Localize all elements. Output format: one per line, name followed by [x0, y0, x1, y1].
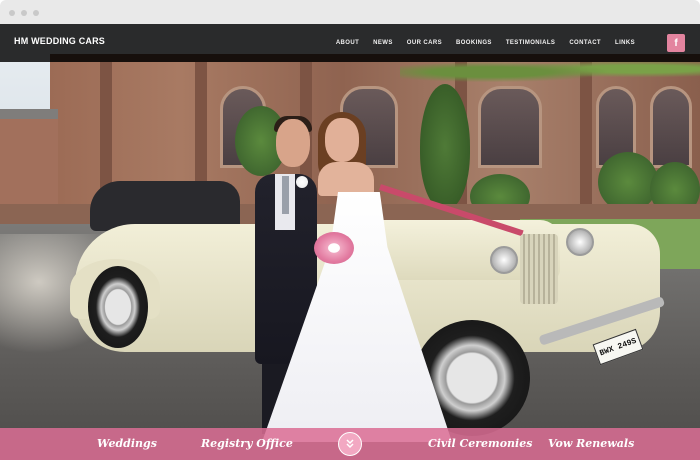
- services-bar: Weddings Registry Office Civil Ceremonie…: [0, 428, 700, 460]
- nav-menu: ABOUT NEWS OUR CARS BOOKINGS TESTIMONIAL…: [329, 24, 642, 62]
- nav-item-news[interactable]: NEWS: [366, 40, 400, 46]
- site-logo[interactable]: HM WEDDING CARS: [14, 36, 105, 46]
- window-dot-maximize[interactable]: [33, 10, 39, 16]
- nav-item-links[interactable]: LINKS: [608, 40, 642, 46]
- window-dot-minimize[interactable]: [21, 10, 27, 16]
- boutonniere: [296, 176, 308, 188]
- car-grille: [520, 234, 558, 304]
- service-link-vow-renewals[interactable]: Vow Renewals: [548, 437, 634, 450]
- car-headlamp: [490, 246, 518, 274]
- top-navigation: HM WEDDING CARS ABOUT NEWS OUR CARS BOOK…: [0, 24, 700, 62]
- service-link-weddings[interactable]: Weddings: [97, 437, 157, 450]
- facebook-icon[interactable]: f: [667, 34, 685, 52]
- chevron-double-down-icon: [346, 439, 354, 449]
- bridal-bouquet: [314, 232, 354, 264]
- nav-item-about[interactable]: ABOUT: [329, 40, 366, 46]
- bride-shoulders: [318, 162, 374, 196]
- page-viewport: BWX 249S HM WEDDING CARS ABOUT NEWS OUR …: [0, 24, 700, 460]
- service-link-civil-ceremonies[interactable]: Civil Ceremonies: [428, 437, 532, 450]
- nav-item-our-cars[interactable]: OUR CARS: [400, 40, 449, 46]
- window-dot-close[interactable]: [9, 10, 15, 16]
- house: [0, 119, 58, 214]
- hero-image: BWX 249S: [0, 24, 700, 460]
- nav-item-testimonials[interactable]: TESTIMONIALS: [499, 40, 562, 46]
- car-headlamp: [566, 228, 594, 256]
- scroll-down-button[interactable]: [338, 432, 362, 456]
- church-window: [650, 86, 692, 168]
- bride-head: [325, 118, 359, 162]
- bush: [598, 152, 658, 212]
- church-window: [478, 86, 542, 168]
- groom-tie: [282, 176, 289, 214]
- car-rear-wheel: [88, 266, 148, 348]
- conifer-tree: [420, 84, 470, 209]
- groom-head: [276, 119, 310, 167]
- nav-item-contact[interactable]: CONTACT: [562, 40, 608, 46]
- service-link-registry-office[interactable]: Registry Office: [201, 437, 293, 450]
- church-buttress: [580, 62, 592, 222]
- browser-chrome: [0, 0, 700, 24]
- nav-item-bookings[interactable]: BOOKINGS: [449, 40, 499, 46]
